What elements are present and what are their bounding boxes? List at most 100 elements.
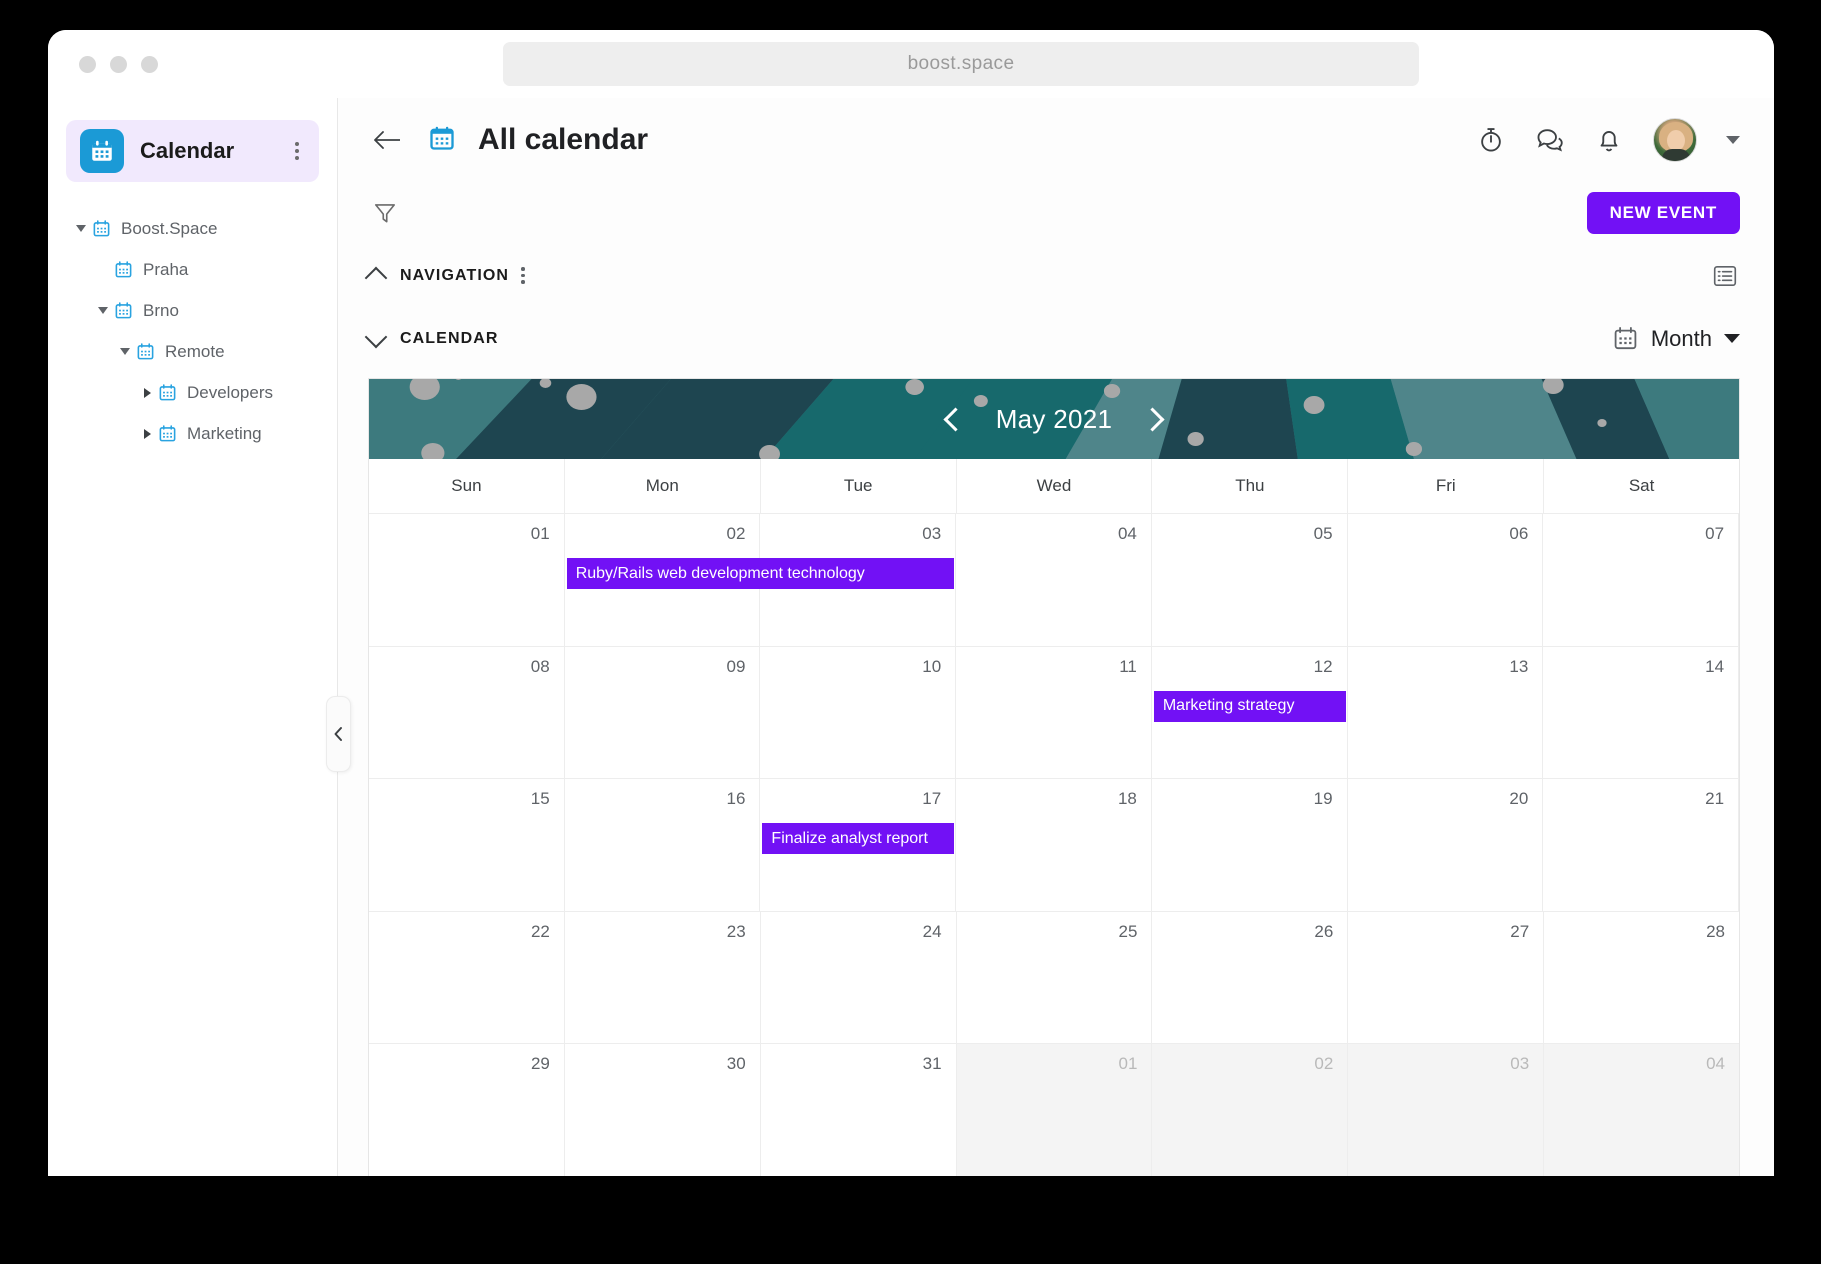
calendar-grid: May 2021 SunMonTueWedThuFriSat 010203040… xyxy=(368,378,1740,1176)
sidebar: Calendar Boost.Space Praha Brno Remote D… xyxy=(48,98,338,1176)
calendar-day-cell[interactable]: 13 xyxy=(1348,647,1544,779)
calendar-day-cell[interactable]: 26 xyxy=(1152,912,1348,1044)
calendar-day-cell[interactable]: 27 xyxy=(1348,912,1544,1044)
timer-icon[interactable] xyxy=(1476,125,1506,155)
calendar-day-cell[interactable]: 08 xyxy=(369,647,565,779)
caret-down-icon[interactable] xyxy=(92,307,114,314)
tree-item-brno[interactable]: Brno xyxy=(48,290,337,331)
calendar-day-cell[interactable]: 21 xyxy=(1543,779,1739,911)
chevron-up-icon[interactable] xyxy=(365,266,388,289)
day-number: 03 xyxy=(922,524,941,543)
calendar-day-cell[interactable]: 31 xyxy=(761,1044,957,1176)
calendar-day-cell[interactable]: 16 xyxy=(565,779,761,911)
calendar-icon xyxy=(428,124,456,157)
sidebar-collapse-handle[interactable] xyxy=(326,696,351,772)
tree-item-praha[interactable]: Praha xyxy=(48,249,337,290)
caret-down-icon[interactable] xyxy=(70,225,92,232)
kebab-menu-icon[interactable] xyxy=(521,267,525,284)
maximize-dot[interactable] xyxy=(141,56,158,73)
calendar-day-cell[interactable]: 23 xyxy=(565,912,761,1044)
address-bar[interactable]: boost.space xyxy=(503,42,1419,86)
minimize-dot[interactable] xyxy=(110,56,127,73)
day-number: 13 xyxy=(1509,657,1528,676)
prev-month-button[interactable] xyxy=(943,407,967,431)
chat-icon[interactable] xyxy=(1535,125,1565,155)
calendar-day-cell[interactable]: 14 xyxy=(1543,647,1739,779)
day-number: 20 xyxy=(1509,789,1528,808)
calendar-day-cell[interactable]: 10 xyxy=(760,647,956,779)
new-event-button[interactable]: NEW EVENT xyxy=(1587,192,1740,234)
calendar-day-cell[interactable]: 18 xyxy=(956,779,1152,911)
header-actions xyxy=(1476,118,1740,162)
calendar-event[interactable]: Ruby/Rails web development technology xyxy=(567,558,954,589)
day-header-sun: Sun xyxy=(369,459,565,513)
kebab-menu-icon[interactable] xyxy=(289,136,305,166)
day-number: 30 xyxy=(727,1054,746,1073)
tree-item-boost-space[interactable]: Boost.Space xyxy=(48,208,337,249)
day-number: 28 xyxy=(1706,922,1725,941)
calendar-day-cell[interactable]: 11 xyxy=(956,647,1152,779)
chevron-down-icon[interactable] xyxy=(1726,136,1740,144)
calendar-day-cell[interactable]: 07 xyxy=(1543,514,1739,646)
back-arrow-icon[interactable] xyxy=(368,121,406,159)
close-dot[interactable] xyxy=(79,56,96,73)
day-number: 02 xyxy=(727,524,746,543)
day-number: 02 xyxy=(1314,1054,1333,1073)
calendar-week-row: 29 30 31 01 02 0304 xyxy=(369,1044,1739,1176)
chevron-down-icon[interactable] xyxy=(365,325,388,348)
day-number: 10 xyxy=(922,657,941,676)
day-number: 15 xyxy=(531,789,550,808)
filter-icon[interactable] xyxy=(368,196,402,230)
calendar-day-cell[interactable]: 25 xyxy=(957,912,1153,1044)
calendar-day-cell[interactable]: 02 xyxy=(1152,1044,1348,1176)
caret-down-icon[interactable] xyxy=(114,348,136,355)
calendar-day-cell[interactable]: 03 xyxy=(1348,1044,1544,1176)
day-header-tue: Tue xyxy=(761,459,957,513)
calendar-day-cell[interactable]: 06 xyxy=(1348,514,1544,646)
calendar-day-cell[interactable]: 09 xyxy=(565,647,761,779)
day-number: 16 xyxy=(727,789,746,808)
calendar-icon xyxy=(92,219,121,238)
calendar-day-cell[interactable]: 05 xyxy=(1152,514,1348,646)
app-card-calendar[interactable]: Calendar xyxy=(66,120,319,182)
day-number: 25 xyxy=(1119,922,1138,941)
next-month-button[interactable] xyxy=(1141,407,1165,431)
calendar-day-cell[interactable]: 15 xyxy=(369,779,565,911)
tree-item-label: Brno xyxy=(143,301,179,321)
day-number: 26 xyxy=(1314,922,1333,941)
calendar-day-cell[interactable]: 22 xyxy=(369,912,565,1044)
day-number: 22 xyxy=(531,922,550,941)
calendar-day-cell[interactable]: 01 xyxy=(957,1044,1153,1176)
day-number: 01 xyxy=(1119,1054,1138,1073)
day-header-sat: Sat xyxy=(1544,459,1739,513)
day-number: 09 xyxy=(727,657,746,676)
day-number: 12 xyxy=(1314,657,1333,676)
tree-item-developers[interactable]: Developers xyxy=(48,372,337,413)
calendar-day-cell[interactable]: 24 xyxy=(761,912,957,1044)
bell-icon[interactable] xyxy=(1594,125,1624,155)
calendar-event[interactable]: Marketing strategy xyxy=(1154,691,1346,722)
day-number: 11 xyxy=(1119,657,1137,676)
caret-right-icon[interactable] xyxy=(136,388,158,398)
day-number: 19 xyxy=(1314,789,1333,808)
calendar-icon xyxy=(1612,325,1639,352)
calendar-day-cell[interactable]: 01 xyxy=(369,514,565,646)
calendar-day-cell[interactable]: 29 xyxy=(369,1044,565,1176)
view-mode-select[interactable]: Month xyxy=(1612,325,1740,352)
calendar-day-cell[interactable]: 04 xyxy=(956,514,1152,646)
calendar-day-cell[interactable]: 30 xyxy=(565,1044,761,1176)
calendar-label: CALENDAR xyxy=(400,330,499,348)
calendar-day-cell[interactable]: 04 xyxy=(1544,1044,1739,1176)
calendar-event[interactable]: Finalize analyst report xyxy=(762,823,954,854)
avatar[interactable] xyxy=(1653,118,1697,162)
tree-item-remote[interactable]: Remote xyxy=(48,331,337,372)
calendar-day-cell[interactable]: 28 xyxy=(1544,912,1739,1044)
tree-item-marketing[interactable]: Marketing xyxy=(48,413,337,454)
calendar-day-cell[interactable]: 20 xyxy=(1348,779,1544,911)
calendar-day-cell[interactable]: 19 xyxy=(1152,779,1348,911)
list-view-icon[interactable] xyxy=(1710,261,1740,291)
calendar-tree: Boost.Space Praha Brno Remote Developers… xyxy=(48,208,337,454)
toolbar: NEW EVENT xyxy=(338,182,1774,244)
tree-item-label: Developers xyxy=(187,383,273,403)
caret-right-icon[interactable] xyxy=(136,429,158,439)
